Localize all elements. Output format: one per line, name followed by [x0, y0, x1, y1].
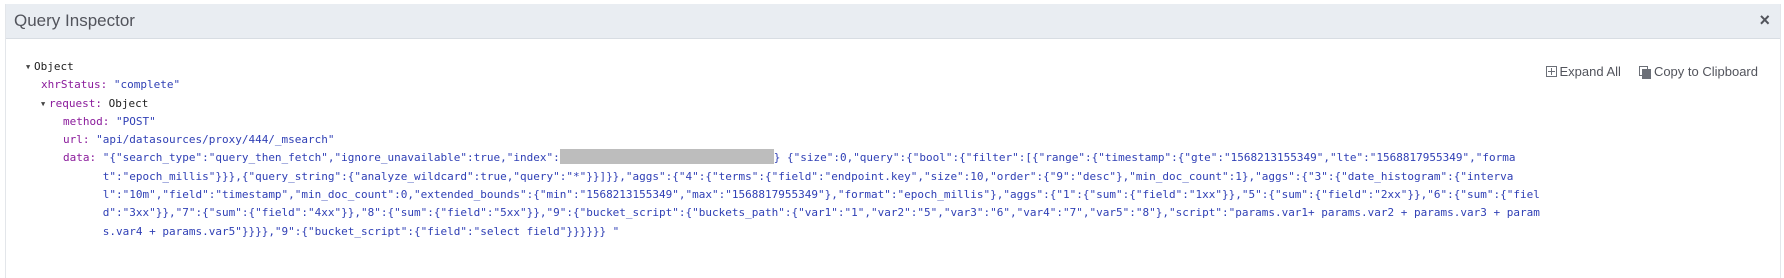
xhr-status-row: xhrStatus: "complete": [26, 76, 1540, 94]
request-key: request:: [49, 96, 102, 110]
xhr-status-value: "complete": [113, 78, 181, 92]
expand-all-label: Expand All: [1559, 64, 1621, 79]
request-row[interactable]: ▼ request: Object: [26, 95, 1540, 113]
data-value: "{"search_type":"query_then_fetch","igno…: [103, 149, 1540, 240]
clipboard-icon: [1638, 65, 1651, 79]
url-key: url:: [63, 133, 90, 147]
expand-icon: [1545, 66, 1557, 77]
data-prefix: "{"search_type":"query_then_fetch","igno…: [102, 151, 560, 165]
expand-all-button[interactable]: Expand All: [1545, 64, 1621, 79]
close-icon[interactable]: ×: [1759, 10, 1770, 31]
copy-label: Copy to Clipboard: [1653, 64, 1758, 79]
copy-to-clipboard-button[interactable]: Copy to Clipboard: [1638, 64, 1758, 79]
json-tree: ▼ Object xhrStatus: "complete" ▼ request: …: [26, 58, 1540, 241]
data-row: data: "{"search_type":"query_then_fetch"…: [26, 149, 1540, 240]
inspector-actions: Expand All Copy to Clipboard: [1545, 64, 1758, 79]
redacted-index: [559, 149, 774, 165]
panel-header: Query Inspector ×: [6, 4, 1780, 39]
method-row: method: "POST": [26, 113, 1540, 131]
method-key: method:: [63, 114, 110, 128]
method-value: "POST": [115, 114, 156, 128]
xhr-status-key: xhrStatus:: [41, 78, 108, 92]
caret-down-icon[interactable]: ▼: [26, 58, 34, 76]
panel-title: Query Inspector: [14, 11, 135, 30]
query-inspector-panel: Query Inspector × Expand All Copy to Cli…: [5, 4, 1781, 278]
tree-root-row[interactable]: ▼ Object: [26, 58, 1540, 76]
caret-down-icon[interactable]: ▼: [41, 95, 49, 113]
root-label: Object: [34, 60, 74, 73]
data-key: data:: [63, 151, 97, 165]
url-value: "api/datasources/proxy/444/_msearch": [96, 133, 335, 147]
url-row: url: "api/datasources/proxy/444/_msearch…: [26, 131, 1540, 149]
request-label: Object: [108, 96, 149, 110]
